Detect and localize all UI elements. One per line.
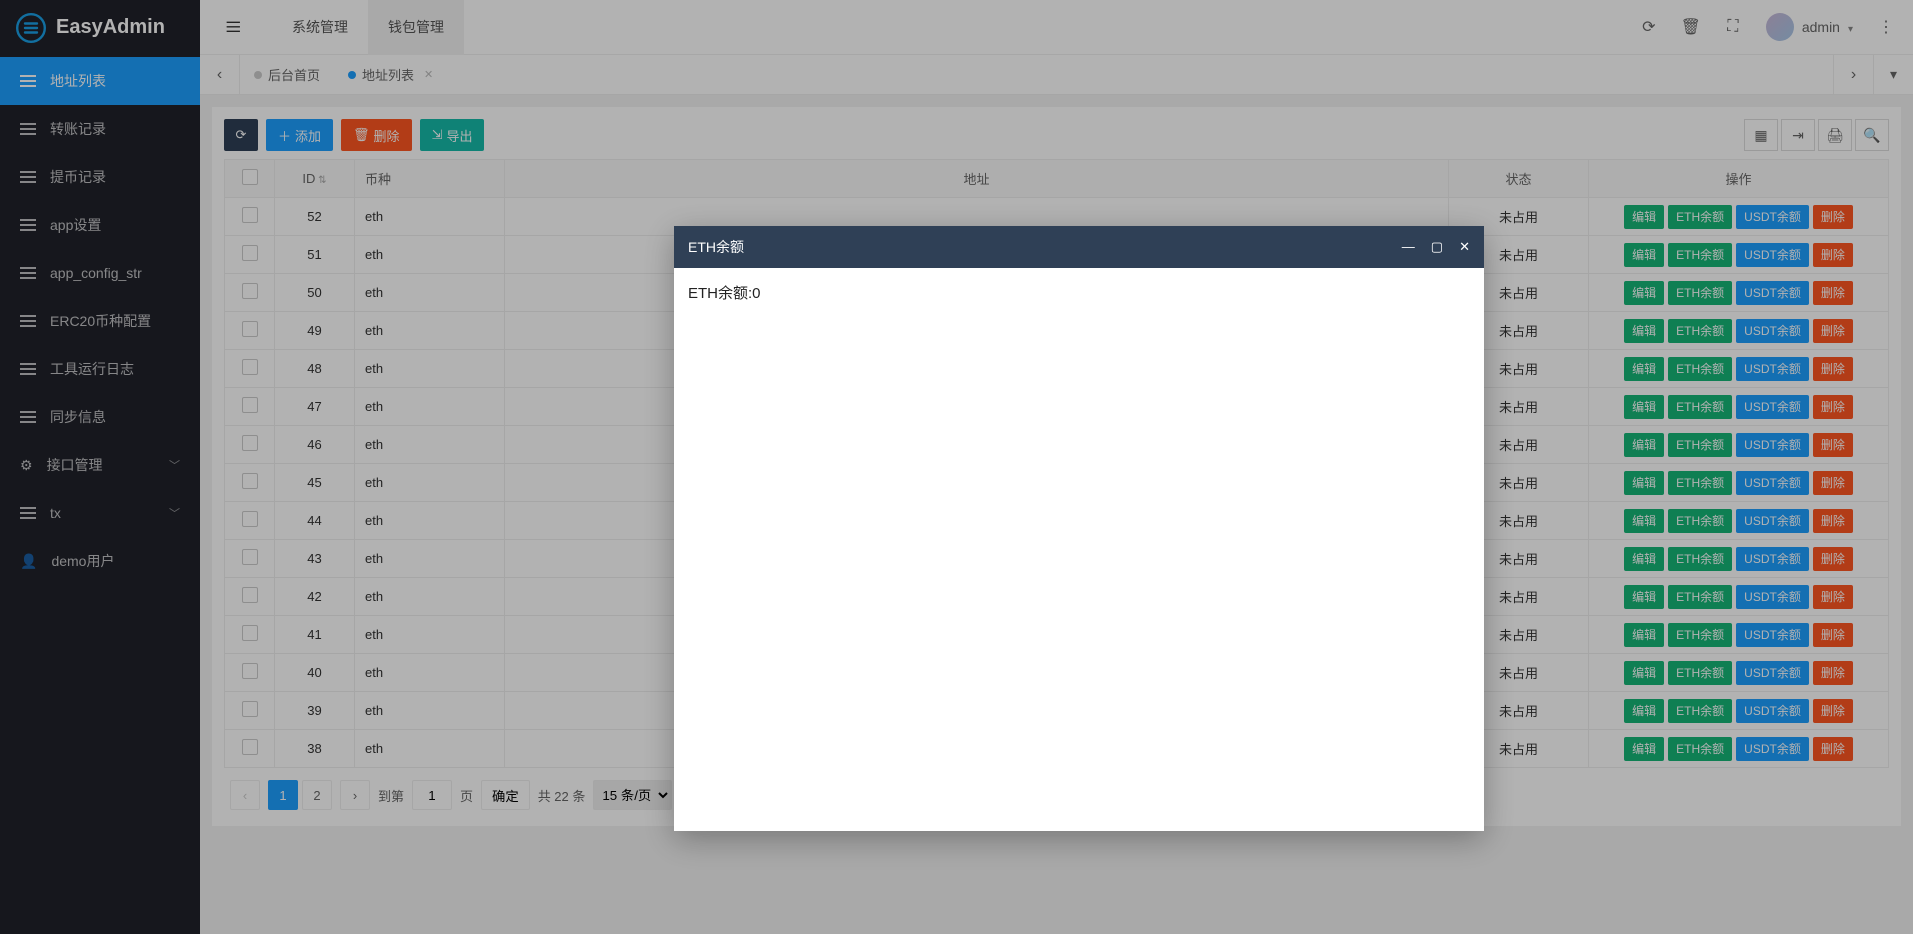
modal: ETH余额 — ▢ ✕ ETH余额:0: [674, 226, 1484, 831]
modal-maximize-icon[interactable]: ▢: [1431, 239, 1443, 255]
modal-minimize-icon[interactable]: —: [1402, 239, 1415, 255]
modal-overlay[interactable]: ETH余额 — ▢ ✕ ETH余额:0: [0, 0, 1913, 934]
modal-title: ETH余额: [688, 237, 744, 257]
modal-content: ETH余额:0: [688, 285, 761, 302]
modal-body: ETH余额:0: [674, 268, 1484, 831]
modal-header: ETH余额 — ▢ ✕: [674, 226, 1484, 268]
modal-close-icon[interactable]: ✕: [1459, 239, 1470, 255]
